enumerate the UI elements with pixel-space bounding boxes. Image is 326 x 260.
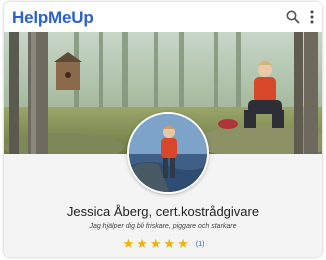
star-icon: ★ bbox=[177, 236, 189, 251]
profile-name: Jessica Åberg, cert.kostrådgivare bbox=[66, 204, 260, 219]
profile-card: HelpMeUp Jessica Åberg, cert.kostrådgiva… bbox=[4, 2, 322, 257]
star-icon: ★ bbox=[136, 236, 148, 251]
star-icon: ★ bbox=[163, 236, 176, 251]
search-icon[interactable] bbox=[285, 9, 301, 25]
star-icon: ★ bbox=[149, 236, 162, 251]
rating-row[interactable]: ★ ★ ★ ★ ★ (1) bbox=[4, 236, 322, 252]
app-logo[interactable]: HelpMeUp bbox=[12, 8, 94, 28]
top-app-bar: HelpMeUp bbox=[4, 2, 322, 33]
review-count-link[interactable]: (1) bbox=[196, 241, 205, 248]
star-icon: ★ bbox=[122, 236, 135, 251]
more-vertical-icon[interactable] bbox=[307, 9, 317, 25]
profile-tagline: Jag hjälper dig bli friskare, piggare oc… bbox=[89, 223, 237, 230]
profile-avatar[interactable] bbox=[127, 112, 209, 194]
